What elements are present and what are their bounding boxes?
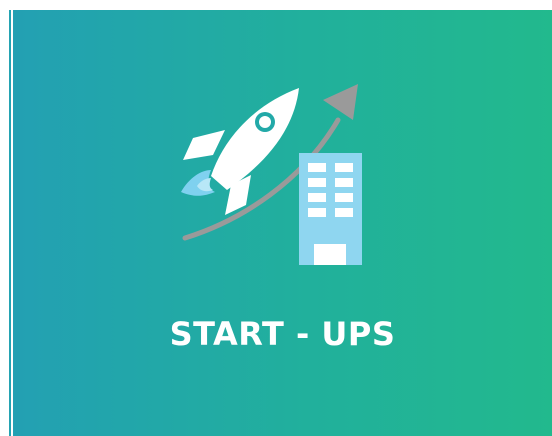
building-icon	[299, 153, 362, 265]
card-title: START - UPS	[169, 315, 396, 353]
startups-card[interactable]: START - UPS	[13, 10, 552, 436]
page: START - UPS	[0, 0, 552, 436]
left-divider	[9, 10, 11, 436]
rocket-icon	[181, 88, 299, 215]
startup-illustration	[181, 84, 362, 265]
